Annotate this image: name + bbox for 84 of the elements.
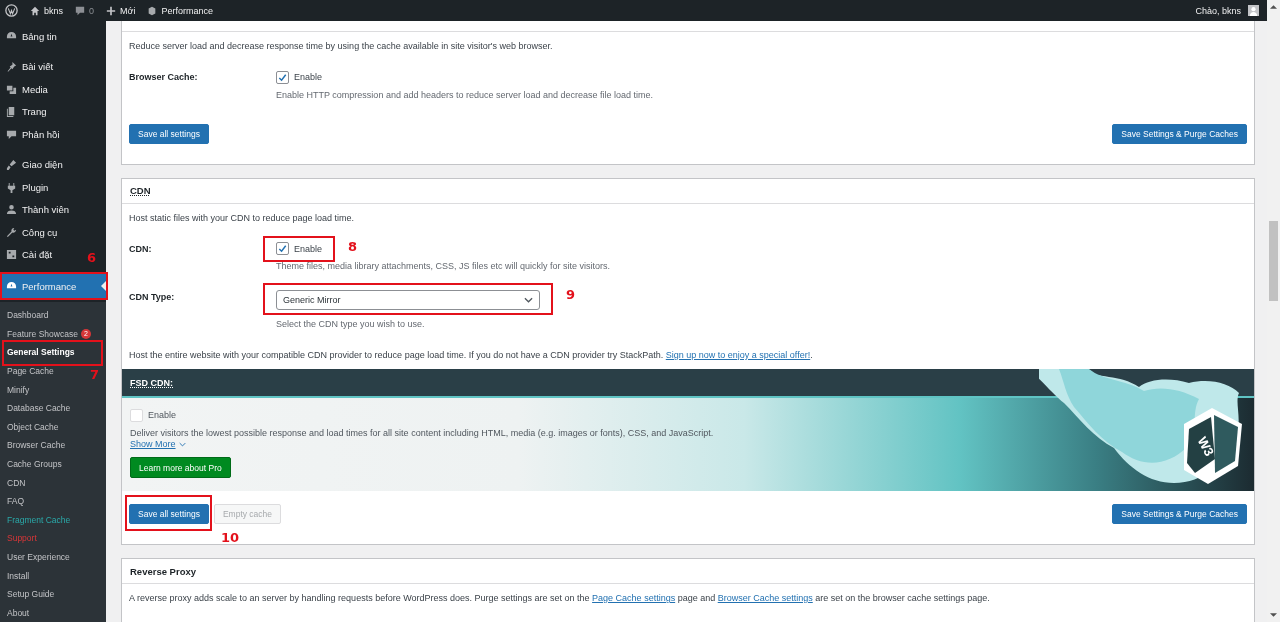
cdn-type-select[interactable]: Generic Mirror <box>276 290 540 310</box>
save-button[interactable]: Save all settings <box>129 504 209 524</box>
settings-link[interactable]: Page Cache settings <box>592 593 676 603</box>
submenu-item[interactable]: FAQ <box>0 491 27 511</box>
settings-link[interactable]: Browser Cache settings <box>717 593 813 603</box>
callout-number: 7 <box>90 367 100 383</box>
menu-icon <box>6 159 17 171</box>
comments-link[interactable]: 0 <box>75 5 95 16</box>
field-hint: Select the CDN type you wish to use. <box>276 318 425 330</box>
menu-icon <box>6 83 17 95</box>
field-hint: Enable HTTP compression and add headers to reduce server load and decrease file load time. <box>276 88 654 101</box>
menu-item[interactable]: Bảng tin <box>0 25 61 48</box>
banner-title: FSD CDN: <box>130 377 173 388</box>
performance-link[interactable]: Performance <box>147 5 213 16</box>
purge-button[interactable]: Save Settings & Purge Caches <box>1112 123 1247 144</box>
cube-icon <box>147 5 158 16</box>
enable-checkbox[interactable]: Enable <box>276 70 323 84</box>
plus-icon <box>106 5 117 16</box>
submenu-item[interactable]: Setup Guide <box>0 584 58 604</box>
field-label: Browser Cache: <box>129 71 199 84</box>
callout-number: 9 <box>565 287 575 302</box>
menu-icon <box>6 61 17 73</box>
menu-item[interactable]: Công cụ <box>0 221 62 244</box>
menu-icon <box>6 249 17 261</box>
panel-description: Reduce server load and decrease response time by using the cache available in site visitor's web browser. <box>129 40 554 52</box>
menu-icon <box>6 204 17 216</box>
submenu-item[interactable]: CDN <box>0 473 29 492</box>
scroll-up-icon[interactable] <box>1270 4 1277 9</box>
menu-item[interactable]: Performance <box>0 274 106 298</box>
panel-title: Reverse Proxy <box>130 565 197 577</box>
callout-number: 6 <box>86 250 96 265</box>
menu-item[interactable]: Giao diện <box>0 153 67 176</box>
menu-icon <box>6 106 17 118</box>
chevron-down-icon <box>178 441 186 447</box>
submenu-item[interactable]: Page Cache <box>0 361 57 381</box>
submenu-item[interactable]: Database Cache <box>0 398 74 418</box>
menu-item[interactable]: Phản hồi <box>0 123 64 146</box>
menu-item[interactable]: Media <box>0 78 52 101</box>
menu-icon <box>6 226 17 238</box>
panel-description: A reverse proxy adds scale to an server by handling requests before WordPress does. Purge settings are set on the Page Cache settings page and Browser Cache settings are set on the browser cache settings page. <box>129 592 991 604</box>
menu-item[interactable]: Cài đặt <box>0 243 57 266</box>
banner-description: Deliver visitors the lowest possible response and load times for all site content including HTML, media (e.g. images or fonts), CSS, and JavaScript. <box>130 427 714 439</box>
save-button[interactable]: Save all settings <box>129 123 209 144</box>
wordpress-logo-icon[interactable] <box>5 4 18 17</box>
field-label: CDN Type: <box>129 291 176 304</box>
scroll-down-icon[interactable] <box>1270 613 1277 618</box>
chevron-down-icon <box>524 297 533 303</box>
callout-number: 8 <box>348 238 358 254</box>
avatar-icon <box>1248 5 1259 16</box>
panel-description: Host static files with your CDN to reduce page load time. <box>129 211 356 224</box>
site-link[interactable]: bkns <box>30 5 63 16</box>
enable-checkbox[interactable]: Enable <box>276 241 323 256</box>
submenu-item[interactable]: Object Cache <box>0 417 62 437</box>
field-hint: Theme files, media library attachments, CSS, JS files etc will quickly for site visitors. <box>276 260 611 272</box>
submenu-item[interactable]: Cache Groups <box>0 454 65 474</box>
submenu-item[interactable]: General Settings <box>0 343 78 362</box>
callout-number: 10 <box>221 530 240 545</box>
submenu-item[interactable]: Install <box>0 566 33 585</box>
field-label: CDN: <box>129 242 153 256</box>
new-link[interactable]: Mới <box>106 5 136 16</box>
submenu-item[interactable]: Fragment Cache <box>0 510 74 530</box>
submenu-item[interactable]: User Experience <box>0 547 73 567</box>
purge-button[interactable]: Save Settings & Purge Caches <box>1112 504 1247 524</box>
menu-icon <box>6 181 17 193</box>
enable-checkbox[interactable]: Enable <box>130 408 177 422</box>
menu-item[interactable]: Bài viết <box>0 55 58 78</box>
menu-item[interactable]: Plugin <box>0 176 53 199</box>
account-greeting[interactable]: Chào, bkns <box>1195 5 1259 16</box>
show-more-link[interactable]: Show More <box>130 439 186 449</box>
checkmark-icon <box>277 243 288 254</box>
menu-item[interactable]: Trang <box>0 100 51 123</box>
submenu-item[interactable]: About <box>0 603 33 622</box>
submenu-item[interactable]: Browser Cache <box>0 436 69 455</box>
comment-icon <box>75 5 85 16</box>
scroll-thumb[interactable] <box>1269 221 1278 301</box>
panel-title: CDN <box>130 185 151 196</box>
logo-text: W3 <box>1194 434 1217 459</box>
menu-item[interactable]: Thành viên <box>0 198 73 221</box>
learn-more-button[interactable]: Learn more about Pro <box>130 457 231 478</box>
home-icon <box>30 5 40 16</box>
submenu-item[interactable]: Minify <box>0 380 33 399</box>
cdn-note: Host the entire website with your compatible CDN provider to reduce page load time. If you do not have a CDN provider try StackPath. Sign up now to enjoy a special offer!. <box>129 349 814 361</box>
submenu-item[interactable]: Dashboard <box>0 306 52 325</box>
menu-icon <box>6 128 17 140</box>
